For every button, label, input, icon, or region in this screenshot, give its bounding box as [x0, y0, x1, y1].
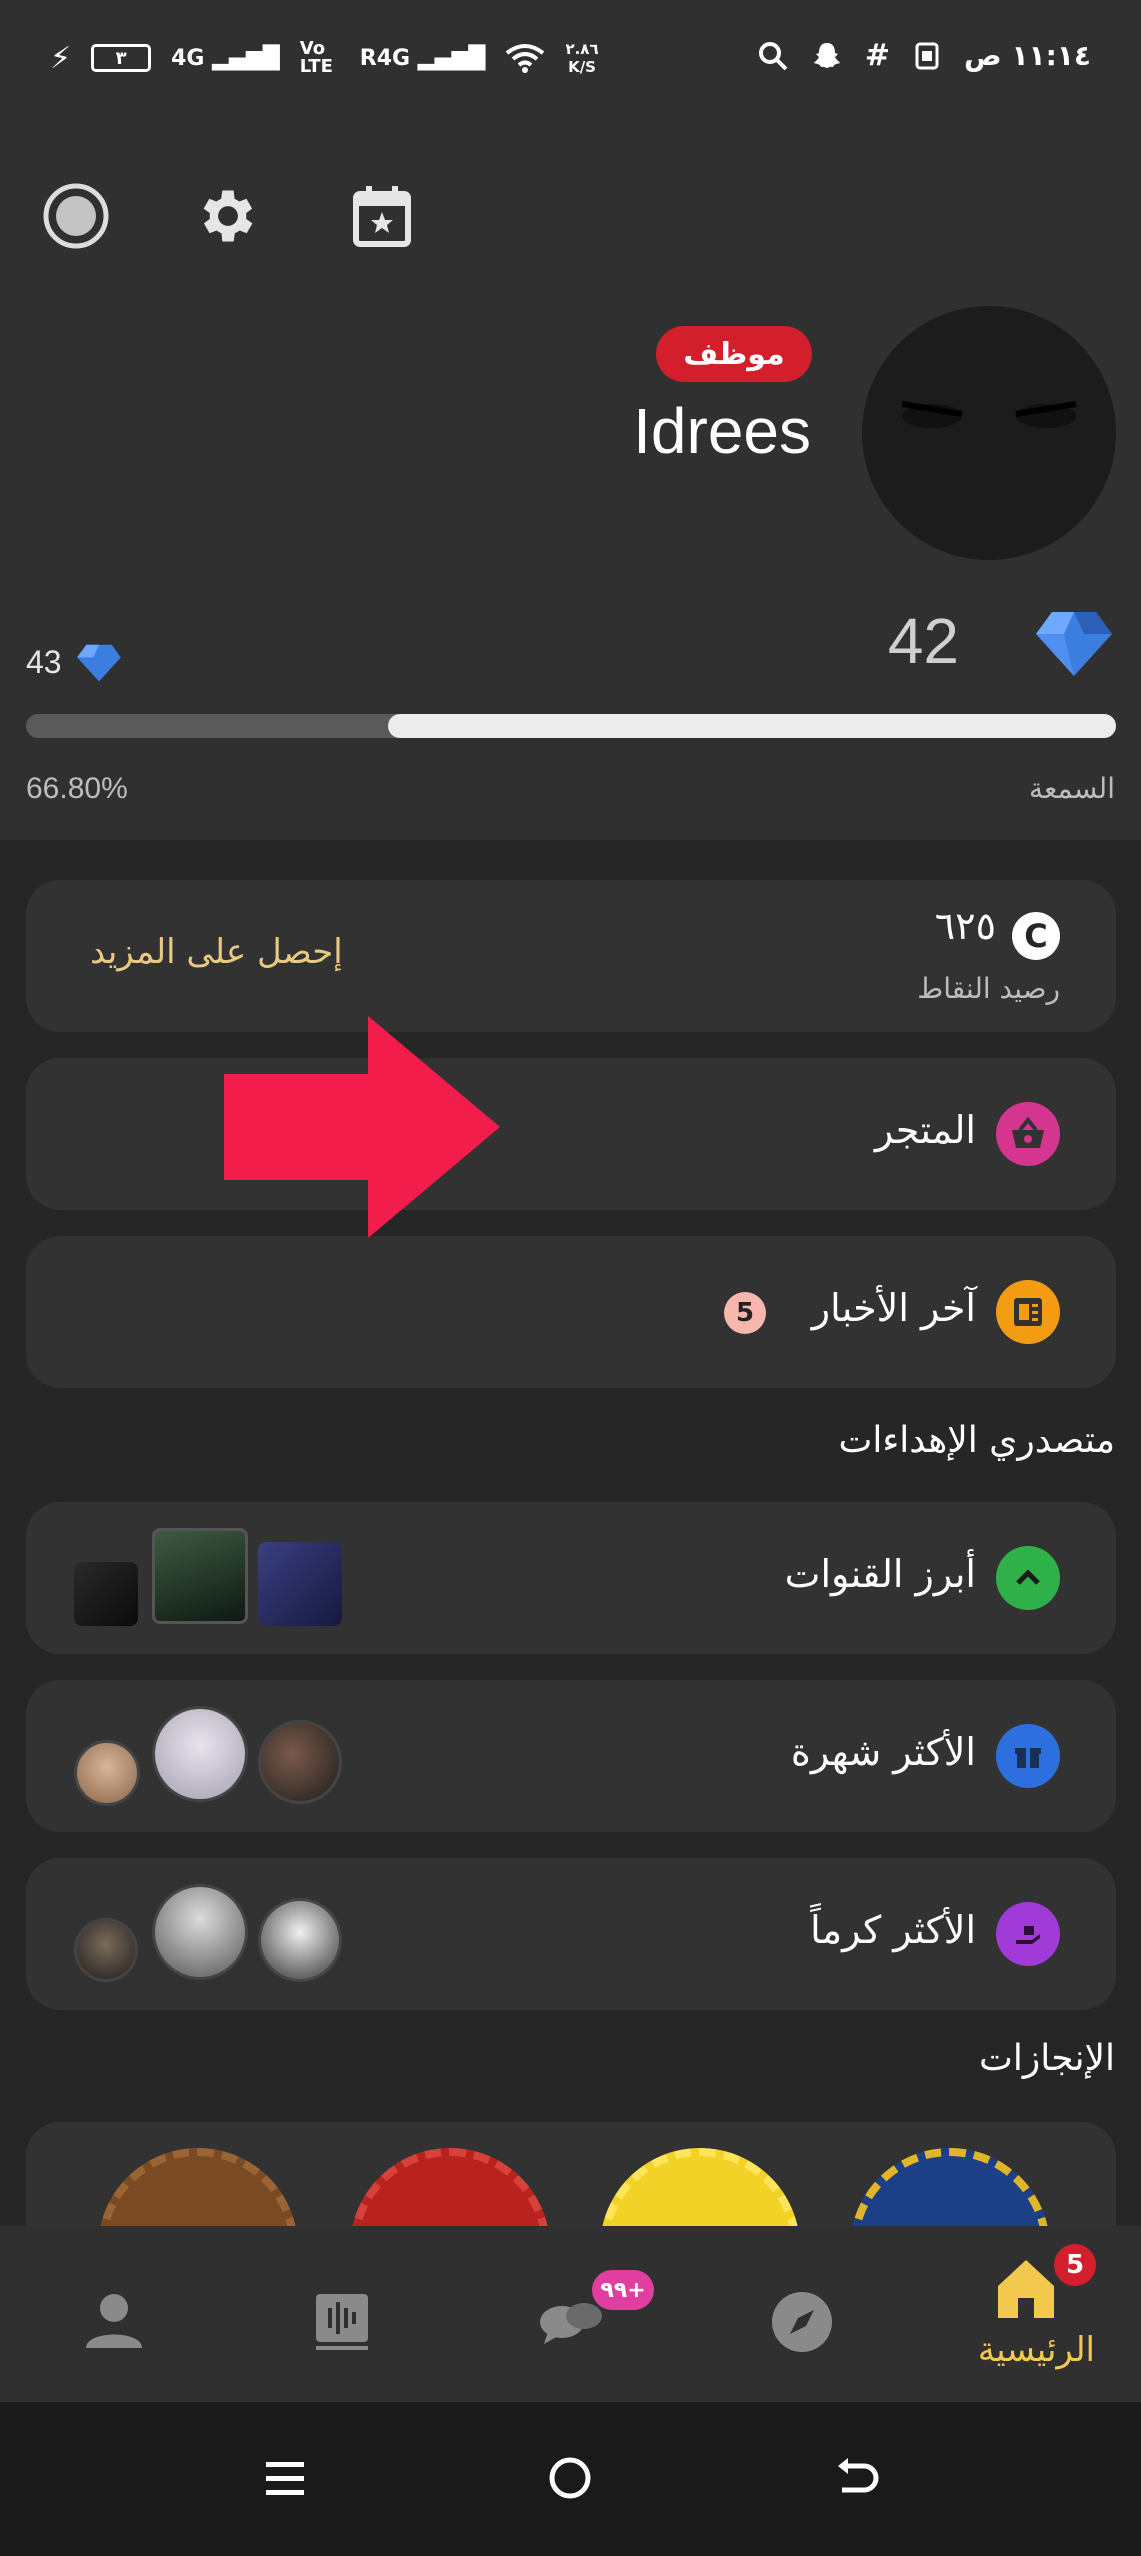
nav-live[interactable]: [302, 2280, 382, 2360]
signal-r4g: R4G ▂▄▆█: [359, 45, 486, 71]
nav-explore[interactable]: [762, 2282, 842, 2362]
net-speed: ٢.٨٦ K/S: [565, 40, 599, 76]
next-level: 43: [26, 644, 62, 680]
chevron-up-icon: [996, 1546, 1060, 1610]
chat-badge: ٩٩+: [592, 2270, 654, 2310]
status-bar-left: ⚡ ٣ 4G ▂▄▆█ Vo LTE R4G ▂▄▆█ ٢.٨٦ K/S: [50, 38, 599, 77]
sim-icon: [915, 42, 939, 69]
settings-button[interactable]: [194, 182, 262, 250]
home-badge: 5: [1054, 2244, 1096, 2286]
channel-thumb-2[interactable]: [152, 1528, 248, 1624]
battery-icon: ٣: [91, 44, 152, 72]
reputation-progress-fill: [387, 714, 1116, 738]
gear-icon: [203, 190, 253, 242]
famous-avatar-1[interactable]: [258, 1720, 342, 1804]
news-label: آخر الأخبار: [811, 1286, 976, 1330]
slack-icon: #: [864, 38, 891, 73]
broadcast-icon: [316, 2294, 368, 2350]
coin-icon: C: [1012, 912, 1060, 960]
clock: ١١:١٤ ص: [964, 39, 1091, 72]
calendar-star-icon: [353, 186, 411, 247]
wifi-icon: [506, 44, 545, 73]
basket-icon: [996, 1102, 1060, 1166]
generous-avatar-2[interactable]: [152, 1884, 248, 1980]
person-icon: [86, 2294, 142, 2348]
arrow-annotation: [224, 1016, 500, 1238]
reputation-progress-bar: [26, 714, 1116, 738]
diamond-small-icon: [77, 644, 121, 682]
points-value: ٦٢٥: [934, 904, 996, 948]
gift-box-icon: [996, 1724, 1060, 1788]
most-generous-card[interactable]: الأكثر كرماً: [26, 1858, 1116, 2010]
volte-label: Vo LTE: [299, 38, 333, 77]
famous-avatar-2[interactable]: [152, 1706, 248, 1802]
channel-thumb-3[interactable]: [74, 1562, 138, 1626]
back-icon[interactable]: [832, 2454, 882, 2502]
news-count-badge: 5: [724, 1292, 766, 1334]
store-label: المتجر: [874, 1108, 976, 1152]
system-navigation-bar: [0, 2402, 1141, 2556]
signal-4g: 4G ▂▄▆█: [171, 45, 280, 71]
role-badge: موظف: [656, 326, 812, 382]
home-icon: [998, 2260, 1054, 2318]
calendar-button[interactable]: [348, 182, 416, 250]
current-level: 42: [887, 605, 959, 677]
news-icon: [996, 1280, 1060, 1344]
points-label: رصيد النقاط: [917, 972, 1060, 1005]
profile-header: ⚡ ٣ 4G ▂▄▆█ Vo LTE R4G ▂▄▆█ ٢.٨٦ K/S ١١:…: [0, 0, 1141, 840]
most-famous-label: الأكثر شهرة: [790, 1730, 976, 1774]
profile-avatar[interactable]: [862, 306, 1116, 560]
most-generous-label: الأكثر كرماً: [810, 1908, 976, 1952]
famous-avatar-3[interactable]: [74, 1740, 140, 1806]
snapchat-icon: [813, 42, 840, 68]
status-bar-right: ١١:١٤ ص #: [757, 38, 1091, 73]
progress-percent: 66.80%: [26, 772, 128, 805]
top-channels-label: أبرز القنوات: [784, 1552, 976, 1596]
achievements-section-title: الإنجازات: [978, 2038, 1115, 2079]
record-button[interactable]: [42, 182, 110, 250]
home-label: الرئيسية: [977, 2330, 1095, 2370]
store-card[interactable]: المتجر: [26, 1058, 1116, 1210]
top-channels-card[interactable]: أبرز القنوات: [26, 1502, 1116, 1654]
giving-hand-icon: [996, 1902, 1060, 1966]
nav-profile[interactable]: [74, 2282, 154, 2362]
get-more-link[interactable]: إحصل على المزيد: [90, 932, 343, 972]
recent-apps-icon[interactable]: [262, 2456, 308, 2502]
generous-avatar-3[interactable]: [74, 1918, 138, 1982]
news-card[interactable]: آخر الأخبار 5: [26, 1236, 1116, 1388]
generous-avatar-1[interactable]: [258, 1898, 342, 1982]
bottom-navigation: ٩٩+ 5 الرئيسية: [0, 2226, 1141, 2402]
gifts-section-title: متصدري الإهداءات: [838, 1420, 1115, 1461]
dark-eyes-avatar-image: [901, 401, 1077, 428]
charging-icon: ⚡: [50, 40, 72, 76]
most-famous-card[interactable]: الأكثر شهرة: [26, 1680, 1116, 1832]
username: Idrees: [633, 395, 811, 467]
home-circle-icon[interactable]: [546, 2454, 594, 2502]
search-icon: [758, 41, 788, 70]
nav-home[interactable]: [990, 2252, 1062, 2332]
compass-icon: [772, 2292, 832, 2352]
channel-thumb-1[interactable]: [258, 1542, 342, 1626]
reputation-label: السمعة: [1029, 772, 1115, 805]
points-card[interactable]: C ٦٢٥ رصيد النقاط إحصل على المزيد: [26, 880, 1116, 1032]
record-icon: [43, 183, 109, 249]
diamond-icon: [1036, 612, 1112, 676]
